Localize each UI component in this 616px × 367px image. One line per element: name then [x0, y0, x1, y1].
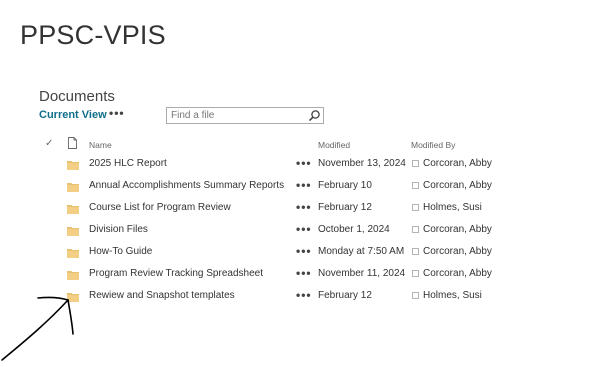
hand-drawn-arrow: [1, 296, 74, 361]
